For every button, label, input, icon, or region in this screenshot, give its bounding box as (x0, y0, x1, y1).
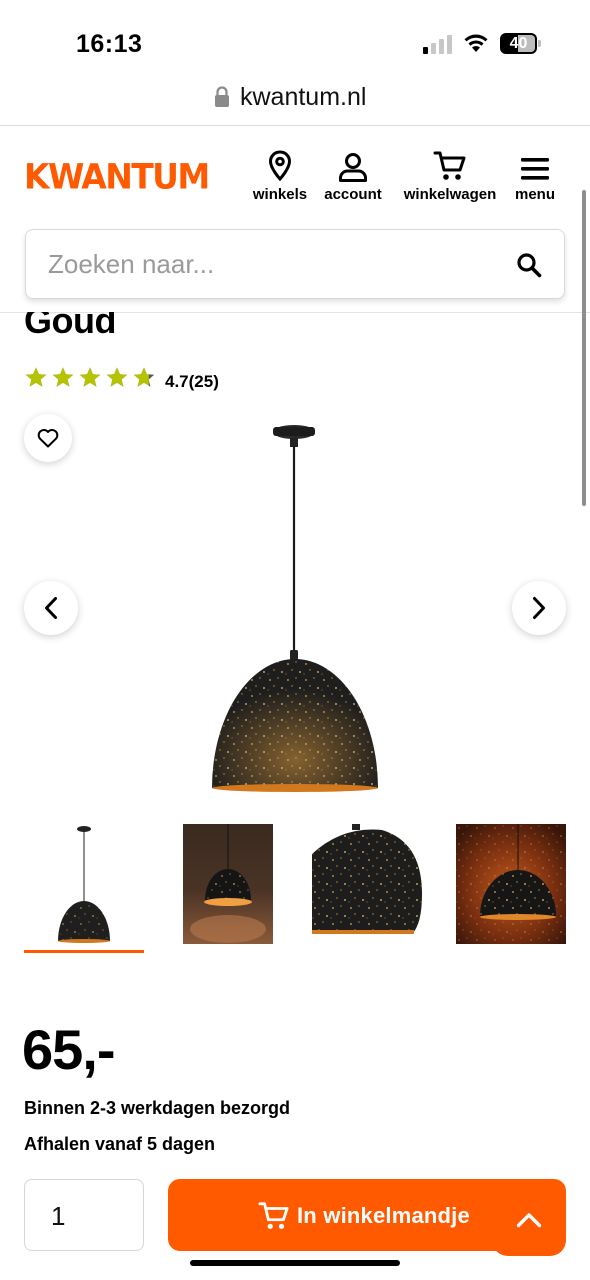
nav-account[interactable]: account (320, 148, 386, 203)
site-header: KWANTUM winkels account winkelwagen menu (0, 126, 590, 216)
cart-icon (258, 1202, 289, 1229)
star-icon (79, 367, 101, 387)
rating-value: 4.7(25) (165, 372, 219, 391)
home-indicator[interactable] (190, 1260, 400, 1266)
star-icon (133, 367, 155, 387)
scroll-to-top-button[interactable] (492, 1184, 566, 1256)
location-pin-icon (268, 150, 292, 182)
delivery-info: Binnen 2-3 werkdagen bezorgd (24, 1098, 291, 1118)
status-bar: 16:13 40 (0, 0, 590, 78)
page-scrollbar[interactable] (582, 190, 586, 506)
nav-cart-label: winkelwagen (403, 186, 497, 203)
heart-icon (37, 429, 59, 448)
thumbnail-4[interactable] (456, 824, 566, 944)
lock-icon (215, 86, 229, 107)
star-icon (106, 367, 128, 387)
product-title: Goud (24, 300, 116, 341)
battery-icon: 40 (500, 33, 541, 54)
pickup-info: Afhalen vanaf 5 dagen (24, 1134, 216, 1154)
quantity-input[interactable] (51, 1200, 121, 1232)
thumbnail-active-indicator (24, 950, 144, 953)
nav-cart[interactable]: winkelwagen (398, 148, 502, 203)
thumbnail-3[interactable] (312, 824, 422, 944)
browser-address-bar[interactable]: kwantum.nl (0, 78, 590, 126)
thumbnail-strip (24, 824, 566, 956)
chevron-right-icon (533, 597, 545, 619)
signal-icon (423, 34, 455, 54)
chevron-left-icon (45, 597, 57, 619)
nav-menu-label: menu (514, 186, 555, 203)
gallery-next-button[interactable] (512, 581, 566, 635)
star-icon (52, 367, 74, 387)
nav-account-label: account (324, 186, 382, 203)
thumbnail-1[interactable] (24, 824, 144, 944)
url-text: kwantum.nl (240, 83, 367, 111)
wishlist-button[interactable] (24, 414, 72, 462)
wifi-icon (464, 34, 488, 52)
nav-stores[interactable]: winkels (250, 148, 310, 203)
gallery-prev-button[interactable] (24, 581, 78, 635)
chevron-up-icon (516, 1213, 542, 1228)
nav-menu[interactable]: menu (512, 148, 558, 203)
quantity-field[interactable] (24, 1179, 144, 1251)
search-box[interactable] (25, 229, 565, 299)
kwantum-logo[interactable]: KWANTUM (24, 156, 210, 197)
rating-stars (24, 366, 156, 390)
battery-level: 40 (509, 35, 528, 52)
cart-icon (433, 151, 466, 180)
search-input[interactable] (48, 246, 488, 282)
nav-stores-label: winkels (252, 186, 308, 203)
product-price: 65,- (22, 1018, 115, 1081)
search-icon[interactable] (516, 252, 542, 278)
thumbnail-2[interactable] (183, 824, 273, 944)
status-time: 16:13 (76, 30, 143, 58)
star-icon (25, 367, 47, 387)
product-main-image[interactable] (195, 420, 395, 800)
hamburger-menu-icon (521, 158, 549, 180)
user-icon (339, 153, 367, 182)
add-to-cart-label: In winkelmandje (297, 1203, 470, 1228)
